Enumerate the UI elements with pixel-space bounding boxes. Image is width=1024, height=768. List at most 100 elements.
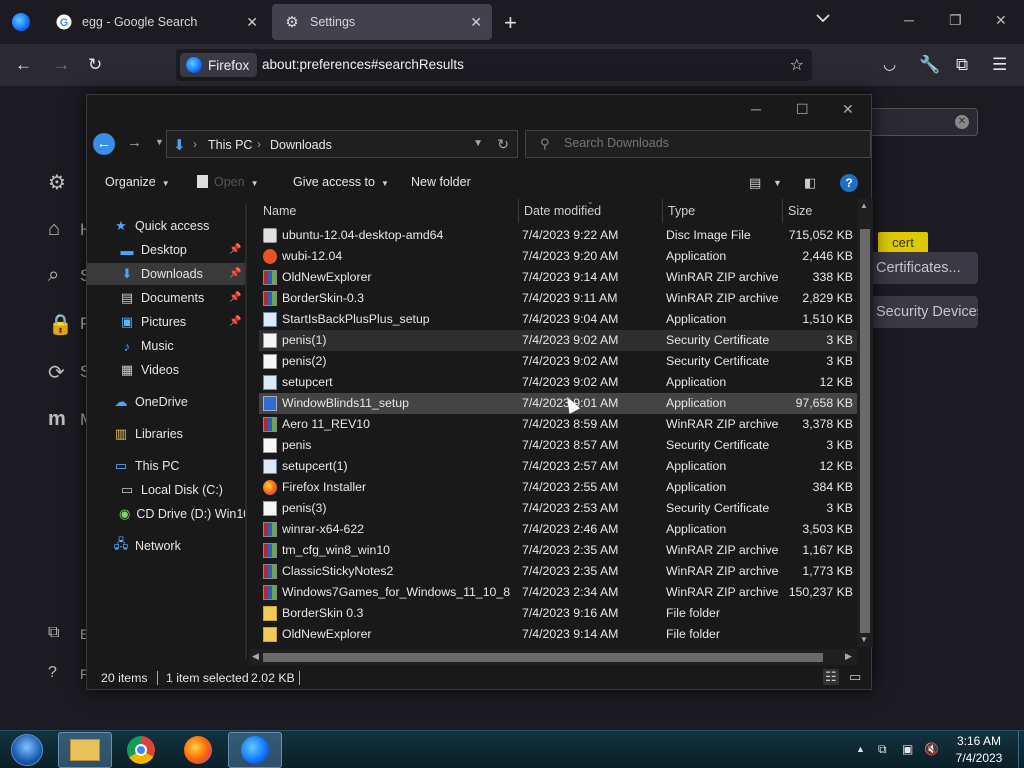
pin-icon[interactable]: 📌 <box>229 268 241 279</box>
nav-desktop[interactable]: ▬ Desktop <box>119 239 187 261</box>
security-devices-button[interactable]: Security Devices... <box>870 296 978 328</box>
wrench-icon[interactable]: 🔧 <box>919 55 940 75</box>
column-divider[interactable] <box>782 199 783 223</box>
close-tab-icon[interactable]: ✕ <box>246 14 258 31</box>
file-row[interactable]: BorderSkin 0.3 7/4/2023 9:16 AM File folde… <box>259 603 857 624</box>
file-row[interactable]: ClassicStickyNotes2 7/4/2023 2:35 AM WinRA… <box>259 561 857 582</box>
tab-google-search[interactable]: G egg - Google Search ✕ <box>44 0 268 44</box>
close-tab-icon[interactable]: ✕ <box>470 14 482 31</box>
new-tab-button[interactable]: + <box>504 10 517 36</box>
volume-muted-icon[interactable]: 🔇 <box>924 742 939 756</box>
give-access-button[interactable]: Give access to ▼ <box>293 175 389 189</box>
file-row[interactable]: penis 7/4/2023 8:57 AM Security Certificat… <box>259 435 857 456</box>
file-row[interactable]: tm_cfg_win8_win10 7/4/2023 2:35 AM WinRAR … <box>259 540 857 561</box>
mozilla-icon[interactable]: m <box>48 408 70 430</box>
device-icon[interactable]: ⧉ <box>878 742 887 757</box>
scroll-right-icon[interactable]: ▶ <box>845 651 852 662</box>
bookmark-star-icon[interactable]: ☆ <box>790 55 804 75</box>
chevron-right-icon[interactable]: › <box>193 137 197 151</box>
address-bar[interactable]: ⬇ › This PC › Downloads ▼ ↻ <box>166 130 518 158</box>
column-header-name[interactable]: Name <box>263 204 296 218</box>
file-row[interactable]: Firefox Installer 7/4/2023 2:55 AM Applica… <box>259 477 857 498</box>
nav-local-disk[interactable]: ▭ Local Disk (C:) <box>119 479 223 501</box>
nav-network[interactable]: 🖧 Network <box>113 535 181 557</box>
column-header-type[interactable]: Type <box>668 204 695 218</box>
search-box[interactable]: ⚲ <box>525 130 871 158</box>
breadcrumb-downloads[interactable]: Downloads <box>270 138 332 152</box>
column-header-size[interactable]: Size <box>788 204 812 218</box>
help-icon[interactable]: ? <box>840 174 858 192</box>
file-row[interactable]: Windows7Games_for_Windows_11_10_8 7/4/202… <box>259 582 857 603</box>
maximize-button[interactable]: ☐ <box>796 101 809 118</box>
firefox-view-icon[interactable] <box>12 13 30 31</box>
nav-videos[interactable]: ▦ Videos <box>119 359 179 381</box>
clear-icon[interactable]: ✕ <box>955 115 969 129</box>
back-button[interactable]: ← <box>93 133 115 155</box>
column-divider[interactable] <box>662 199 663 223</box>
open-button[interactable]: Open ▼ <box>197 175 259 189</box>
recent-locations-button[interactable]: ▼ <box>155 137 164 147</box>
restore-button[interactable]: ❐ <box>949 12 962 29</box>
identity-box[interactable]: Firefox <box>180 53 258 77</box>
close-window-button[interactable]: ✕ <box>842 101 854 118</box>
clock[interactable]: 3:16 AM 7/4/2023 <box>944 733 1014 767</box>
settings-search-input[interactable]: ✕ <box>860 108 978 136</box>
nav-this-pc[interactable]: ▭ This PC <box>113 455 180 477</box>
taskbar-firefox[interactable] <box>171 732 225 768</box>
file-row[interactable]: wubi-12.04 7/4/2023 9:20 AM Application 2,4… <box>259 246 857 267</box>
file-row[interactable]: ubuntu-12.04-desktop-amd64 7/4/2023 9:22 … <box>259 225 857 246</box>
nav-libraries[interactable]: ▥ Libraries <box>113 423 183 445</box>
extensions-icon[interactable]: ⧉ <box>48 624 70 646</box>
file-row[interactable]: BorderSkin-0.3 7/4/2023 9:11 AM WinRAR ZIP… <box>259 288 857 309</box>
reload-icon[interactable]: ↻ <box>88 55 102 75</box>
search-icon[interactable]: ⌕ <box>48 264 70 286</box>
lock-icon[interactable]: 🔒 <box>48 312 73 336</box>
taskbar-chrome[interactable] <box>114 732 168 768</box>
certificates-button[interactable]: Certificates... <box>870 252 978 284</box>
details-view-icon[interactable]: ☷ <box>823 669 839 685</box>
scroll-thumb[interactable] <box>263 653 823 662</box>
pocket-icon[interactable]: ◡ <box>883 55 896 73</box>
url-bar[interactable]: Firefox about:preferences#searchResults … <box>176 49 812 81</box>
chevron-right-icon[interactable]: › <box>257 137 261 151</box>
file-row[interactable]: Aero 11_REV10 7/4/2023 8:59 AM WinRAR ZIP … <box>259 414 857 435</box>
file-row[interactable]: setupcert(1) 7/4/2023 2:57 AM Application 1… <box>259 456 857 477</box>
taskbar-explorer[interactable] <box>58 732 112 768</box>
forward-button[interactable]: → <box>127 134 142 151</box>
minimize-button[interactable]: ─ <box>751 101 761 117</box>
close-window-button[interactable]: ✕ <box>995 12 1007 29</box>
gear-icon[interactable]: ⚙ <box>48 170 70 194</box>
breadcrumb-this-pc[interactable]: This PC <box>208 138 252 152</box>
file-row[interactable]: winrar-x64-622 7/4/2023 2:46 AM Applicatio… <box>259 519 857 540</box>
file-row[interactable]: penis(3) 7/4/2023 2:53 AM Security Certifi… <box>259 498 857 519</box>
start-button[interactable] <box>0 732 54 768</box>
nav-documents[interactable]: ▤ Documents <box>119 287 204 309</box>
help-icon[interactable]: ? <box>48 664 70 686</box>
nav-cd-drive[interactable]: ◉ CD Drive (D:) Win10 <box>119 503 245 525</box>
file-row[interactable]: WindowBlinds11_setup 7/4/2023 9:01 AM Appl… <box>259 393 857 414</box>
file-row[interactable]: OldNewExplorer 7/4/2023 9:14 AM WinRAR ZIP… <box>259 267 857 288</box>
search-input[interactable] <box>564 136 854 150</box>
nav-pictures[interactable]: ▣ Pictures <box>119 311 186 333</box>
column-divider[interactable] <box>518 199 519 223</box>
vertical-scrollbar[interactable]: ▲ ▼ <box>857 199 873 647</box>
sync-icon[interactable]: ⟳ <box>48 360 70 384</box>
minimize-button[interactable]: ─ <box>904 12 914 28</box>
file-row[interactable]: setupcert 7/4/2023 9:02 AM Application 12 K… <box>259 372 857 393</box>
preview-pane-icon[interactable]: ◧ <box>804 175 816 191</box>
refresh-icon[interactable]: ↻ <box>497 136 509 153</box>
file-row[interactable]: penis(1) 7/4/2023 9:02 AM Security Certifi… <box>259 330 857 351</box>
navigation-scrollbar[interactable] <box>245 203 247 659</box>
back-arrow-icon[interactable]: ← <box>15 55 32 75</box>
nav-onedrive[interactable]: ☁ OneDrive <box>113 391 188 413</box>
scroll-left-icon[interactable]: ◀ <box>252 651 259 662</box>
pin-icon[interactable]: 📌 <box>229 244 241 255</box>
column-header-date[interactable]: Date modified <box>524 204 601 218</box>
forward-arrow-icon[interactable]: → <box>53 55 70 75</box>
pin-icon[interactable]: 📌 <box>229 292 241 303</box>
scroll-up-icon[interactable]: ▲ <box>860 201 868 210</box>
organize-button[interactable]: Organize ▼ <box>105 175 170 189</box>
nav-quick-access[interactable]: ★ Quick access <box>113 215 209 237</box>
chevron-down-icon[interactable]: ▼ <box>773 178 782 188</box>
taskbar-firefox-dev[interactable] <box>228 732 282 768</box>
